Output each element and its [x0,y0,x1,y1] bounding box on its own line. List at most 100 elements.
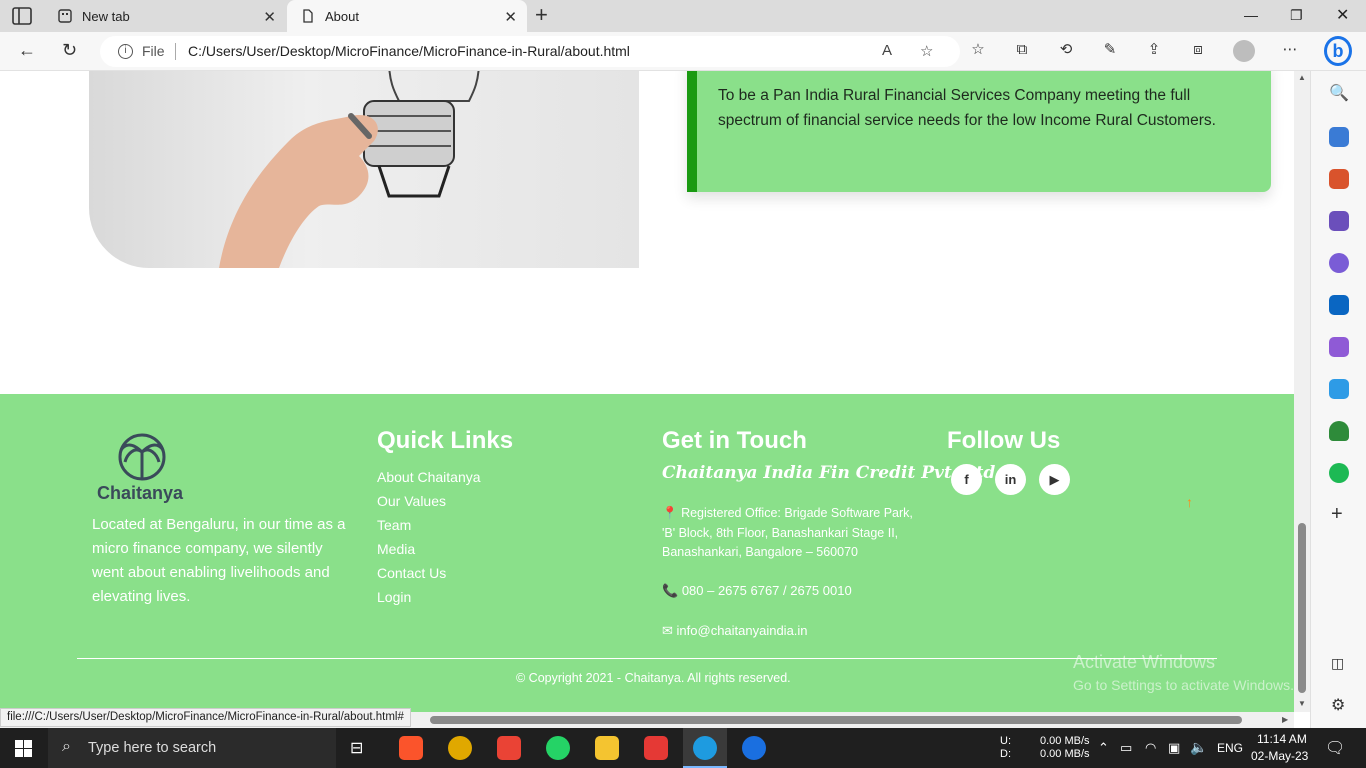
add-icon[interactable]: + [1331,503,1343,526]
tab-label: New tab [82,9,130,24]
net-down-label: D: [1000,748,1011,760]
close-icon[interactable]: ✕ [263,8,276,26]
tools-icon[interactable] [1329,169,1349,189]
meet-now-icon[interactable]: ▣ [1168,740,1180,756]
activate-windows-title: Activate Windows [1073,652,1216,672]
read-aloud-icon[interactable]: A [882,42,892,59]
quick-links-heading: Quick Links [377,427,514,454]
games-icon[interactable] [1329,211,1349,231]
battery-icon[interactable]: ▭ [1120,740,1132,756]
envelope-icon: ✉ [662,623,673,638]
net-up-speed: 0.00 MB/s [1040,735,1090,747]
tree-icon[interactable] [1329,421,1349,441]
link-team[interactable]: Team [377,517,411,533]
c-app-icon[interactable] [742,736,766,760]
volume-icon[interactable]: 🔈 [1190,739,1207,756]
whatsapp-icon[interactable] [546,736,570,760]
send-icon[interactable] [1329,379,1349,399]
tab-about[interactable]: About ✕ [287,0,527,32]
site-footer: Chaitanya Located at Bengaluru, in our t… [0,394,1294,712]
divider [175,43,176,60]
gear-icon[interactable]: ⚙ [1331,695,1345,715]
windows-taskbar: ⌕ Type here to search ⊟ U: D: 0.00 MB/s … [0,728,1366,768]
follow-us-heading: Follow Us [947,427,1061,454]
url-text[interactable]: C:/Users/User/Desktop/MicroFinance/Micro… [188,43,630,59]
web-capture-icon[interactable]: ✎ [1101,41,1119,59]
designer-icon[interactable] [1329,337,1349,357]
youtube-icon[interactable]: ▶ [1039,464,1070,495]
vertical-scrollbar[interactable]: ▲ ▼ [1294,71,1310,712]
restore-icon[interactable]: ❐ [1290,7,1303,24]
scroll-up-icon[interactable]: ▲ [1298,73,1306,82]
shopping-icon[interactable] [1329,127,1349,147]
vertical-scroll-thumb[interactable] [1298,523,1306,693]
gmail-icon[interactable] [497,736,521,760]
about-text: Located at Bengaluru, in our time as a m… [92,516,346,605]
tab-actions-icon[interactable] [12,7,32,25]
email-block: ✉ info@chaitanyaindia.in [662,621,922,641]
history-icon[interactable]: ⟲ [1057,41,1075,59]
outlook-icon[interactable] [1329,295,1349,315]
link-about-chaitanya[interactable]: About Chaitanya [377,469,481,485]
favorites-icon[interactable]: ☆ [969,41,987,59]
clock-date[interactable]: 02-May-23 [1251,749,1308,763]
close-icon[interactable]: ✕ [504,8,517,26]
search-placeholder: Type here to search [88,740,217,756]
notifications-icon[interactable]: 🗨 [1325,738,1345,758]
scheme-label: File [142,43,165,59]
chevron-up-icon[interactable]: ⌃ [1098,740,1109,756]
link-contact-us[interactable]: Contact Us [377,565,446,581]
link-our-values[interactable]: Our Values [377,493,446,509]
windows-start-icon[interactable] [15,740,32,757]
linkedin-icon[interactable]: in [995,464,1026,495]
email-link[interactable]: info@chaitanyaindia.in [677,623,808,638]
sidebar-toggle-icon[interactable]: ◫ [1331,655,1344,672]
share-icon[interactable]: ⇪ [1145,41,1163,59]
extensions-icon[interactable]: ⧈ [1189,41,1207,59]
task-view-icon[interactable]: ⊟ [350,738,363,758]
profile-avatar[interactable] [1233,40,1255,62]
page-viewport: To be a Pan India Rural Financial Servic… [0,71,1294,712]
taskbar-active-edge[interactable] [683,728,727,768]
bing-chat-icon[interactable]: b [1324,36,1352,66]
wifi-icon[interactable]: ◠ [1145,740,1156,756]
address-block: 📍 Registered Office: Brigade Software Pa… [662,504,922,563]
address-bar[interactable]: i File C:/Users/User/Desktop/MicroFinanc… [100,36,960,67]
microsoft-365-icon[interactable] [1329,253,1349,273]
link-media[interactable]: Media [377,541,415,557]
taskbar-search[interactable]: ⌕ Type here to search [48,728,336,768]
tab-new-tab[interactable]: New tab ✕ [44,0,286,32]
chrome-icon[interactable] [448,736,472,760]
vision-text: To be a Pan India Rural Financial Servic… [718,87,1216,129]
scroll-right-icon[interactable]: ▶ [1282,715,1288,724]
spotify-icon[interactable] [1329,463,1349,483]
search-icon[interactable]: 🔍 [1329,83,1349,103]
clock-time[interactable]: 11:14 AM [1257,732,1307,746]
browser-toolbar: ← ↻ i File C:/Users/User/Desktop/MicroFi… [0,32,1366,71]
window-close-icon[interactable]: ✕ [1336,5,1349,25]
scroll-down-icon[interactable]: ▼ [1298,699,1306,708]
scroll-to-top-icon[interactable]: ↑ [1186,494,1193,510]
facebook-icon[interactable]: f [951,464,982,495]
minimize-icon[interactable]: — [1244,7,1258,23]
back-icon[interactable]: ← [18,40,36,61]
brave-icon[interactable] [399,736,423,760]
media-app-icon[interactable] [644,736,668,760]
new-tab-button[interactable]: + [535,4,548,26]
add-favorite-icon[interactable]: ☆ [920,42,933,60]
refresh-icon[interactable]: ↻ [62,40,77,61]
language-indicator[interactable]: ENG [1217,741,1243,755]
tab-label: About [325,9,359,24]
file-explorer-icon[interactable] [595,736,619,760]
status-bar-url: file:///C:/Users/User/Desktop/MicroFinan… [0,708,411,727]
get-in-touch-heading: Get in Touch [662,427,807,454]
info-icon[interactable]: i [118,44,133,59]
link-login[interactable]: Login [377,589,411,605]
horizontal-scroll-thumb[interactable] [430,716,1242,724]
footer-divider [77,658,1217,659]
more-menu-icon[interactable]: ⋯ [1281,41,1299,59]
collections-icon[interactable]: ⧉ [1013,41,1031,59]
net-up-label: U: [1000,735,1011,747]
edge-icon [693,736,717,760]
copyright-text: © Copyright 2021 - Chaitanya. All rights… [516,671,791,685]
